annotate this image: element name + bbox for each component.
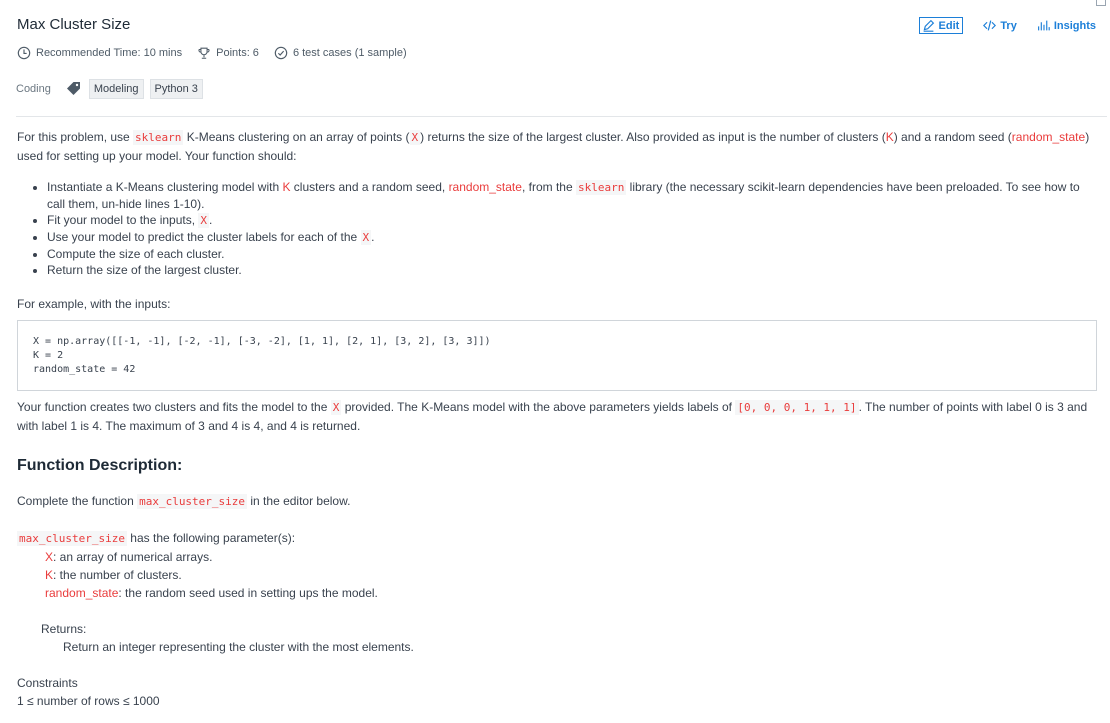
- inline-code: X: [360, 230, 372, 245]
- complete-function-text: Complete the function max_cluster_size i…: [17, 494, 351, 509]
- constraints-label: Constraints: [17, 676, 78, 690]
- requirements-list: Instantiate a K-Means clustering model w…: [17, 179, 1097, 278]
- test-cases-text: 6 test cases (1 sample): [292, 47, 407, 59]
- clock-icon: [17, 46, 31, 60]
- inline-code: [0, 0, 0, 1, 1, 1]: [735, 400, 859, 415]
- recommended-time: Recommended Time: 10 mins: [17, 46, 182, 60]
- try-label: Try: [1000, 19, 1017, 32]
- recommended-time-text: Recommended Time: 10 mins: [36, 47, 183, 59]
- divider: [16, 116, 1107, 117]
- code-icon: [983, 20, 997, 31]
- inline-code: X: [330, 400, 342, 415]
- inline-code: max_cluster_size: [137, 494, 248, 509]
- insights-button[interactable]: Insights: [1037, 19, 1096, 32]
- constraint-item: 1 ≤ number of rows ≤ 1000: [17, 694, 160, 708]
- returns-section: Returns: Return an integer representing …: [17, 620, 1097, 656]
- parameters-intro: max_cluster_size has the following param…: [17, 531, 296, 546]
- list-item: Fit your model to the inputs, X.: [47, 212, 1097, 229]
- page-title: Max Cluster Size: [17, 16, 131, 33]
- inline-code: max_cluster_size: [17, 531, 127, 546]
- try-button[interactable]: Try: [983, 19, 1017, 32]
- example-explanation: Your function creates two clusters and f…: [17, 400, 1088, 433]
- challenge-meta: Recommended Time: 10 mins Points: 6 6 te…: [17, 46, 422, 60]
- example-intro: For example, with the inputs:: [17, 297, 171, 311]
- tag-chip[interactable]: Python 3: [149, 79, 203, 99]
- code-line: K = 2: [33, 350, 64, 361]
- edit-button[interactable]: Edit: [918, 17, 964, 34]
- returns-label: Returns:: [41, 622, 87, 636]
- header-actions: Edit Try Insights: [918, 17, 1096, 34]
- function-description-heading: Function Description:: [17, 457, 183, 474]
- insights-label: Insights: [1053, 19, 1096, 32]
- inline-code: X: [198, 213, 210, 228]
- edit-label: Edit: [938, 19, 960, 32]
- intro-paragraph: For this problem, use sklearn K-Means cl…: [17, 130, 1090, 163]
- example-code-block: X = np.array([[-1, -1], [-2, -1], [-3, -…: [17, 320, 1097, 391]
- parameter-item: X: an array of numerical arrays.: [45, 550, 213, 564]
- tags-row: Coding Modeling Python 3: [16, 79, 209, 99]
- tag-chip[interactable]: Modeling: [88, 79, 144, 99]
- inline-code: X: [409, 130, 421, 145]
- parameter-item: K: the number of clusters.: [45, 568, 182, 582]
- inline-code: sklearn: [133, 130, 184, 145]
- window-corner-box: [1096, 0, 1106, 6]
- bar-chart-icon: [1037, 20, 1050, 31]
- returns-description: Return an integer representing the clust…: [63, 640, 414, 654]
- pencil-icon: [923, 19, 934, 32]
- check-circle-icon: [274, 46, 288, 60]
- list-item: Return the size of the largest cluster.: [47, 262, 1097, 278]
- parameter-item: random_state: the random seed used in se…: [45, 586, 378, 600]
- list-item: Use your model to predict the cluster la…: [47, 229, 1097, 246]
- tag-icon: [66, 82, 80, 95]
- code-line: random_state = 42: [33, 364, 136, 375]
- coding-label: Coding: [16, 83, 51, 95]
- code-line: X = np.array([[-1, -1], [-2, -1], [-3, -…: [33, 336, 491, 347]
- points: Points: 6: [197, 46, 259, 60]
- points-text: Points: 6: [216, 47, 259, 59]
- trophy-icon: [198, 47, 210, 59]
- parameter-list: X: an array of numerical arrays. K: the …: [17, 548, 1097, 602]
- inline-code: sklearn: [575, 180, 627, 195]
- list-item: Instantiate a K-Means clustering model w…: [47, 179, 1097, 212]
- list-item: Compute the size of each cluster.: [47, 246, 1097, 262]
- test-cases: 6 test cases (1 sample): [274, 46, 407, 60]
- problem-statement: For this problem, use sklearn K-Means cl…: [17, 128, 1097, 710]
